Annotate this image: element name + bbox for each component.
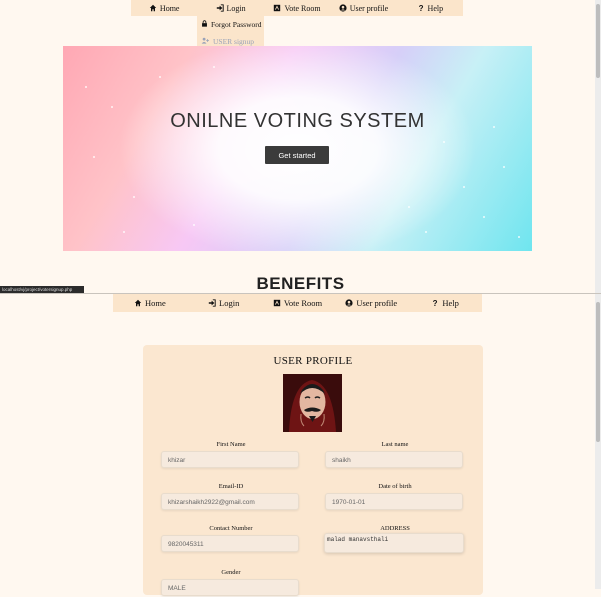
nav-vote-room[interactable]: Vote Room	[264, 4, 330, 13]
sign-in-icon	[216, 4, 224, 12]
dob-field[interactable]: 1970-01-01	[325, 493, 463, 510]
hero-banner: ONILNE VOTING SYSTEM Get started	[63, 46, 532, 251]
profile-title: USER PROFILE	[273, 355, 353, 367]
nav-user-profile[interactable]: User profile	[330, 4, 396, 13]
email-label: Email-ID	[218, 483, 244, 490]
nav-home-label: Home	[145, 298, 166, 308]
sparkle	[463, 186, 465, 188]
nav-vote-room-label: Vote Room	[283, 298, 323, 308]
sparkle	[443, 141, 445, 143]
top-scrollbar-thumb[interactable]	[596, 4, 600, 78]
sparkle	[483, 216, 485, 218]
last-name-field[interactable]: shaikh	[325, 451, 463, 468]
nav-login-label: Login	[219, 298, 240, 308]
lock-icon	[201, 20, 208, 29]
contact-number-label: Contact Number	[209, 525, 253, 532]
nav-help[interactable]: ? Help	[408, 298, 482, 308]
top-scrollbar[interactable]	[595, 0, 601, 293]
nav-login[interactable]: Login	[187, 298, 261, 308]
sparkle	[213, 66, 215, 68]
user-circle-icon	[339, 4, 347, 12]
profile-navbar: Home Login Vote Room User profile ? Help	[113, 294, 482, 312]
question-icon: ?	[417, 4, 425, 12]
sparkle	[159, 76, 161, 78]
nav-help-label: Help	[427, 3, 444, 13]
address-label: ADDRESS	[380, 525, 410, 532]
contact-number-field[interactable]: 9820045311	[161, 535, 299, 552]
nav-user-profile-label: User profile	[349, 3, 389, 13]
dropdown-forgot-password-label: Forgot Password	[211, 20, 262, 29]
sparkle	[518, 236, 520, 238]
sparkle	[503, 166, 505, 168]
get-started-button[interactable]: Get started	[265, 146, 329, 164]
nav-vote-room-label: Vote Room	[284, 3, 321, 13]
dropdown-user-signup-label: USER signup	[213, 37, 255, 46]
sparkle	[425, 231, 427, 233]
nav-help[interactable]: ? Help	[397, 4, 463, 13]
gender-field[interactable]: MALE	[161, 579, 299, 596]
last-name-label: Last name	[381, 441, 409, 448]
bottom-scrollbar-thumb[interactable]	[596, 302, 600, 442]
sparkle	[85, 86, 87, 88]
gender-label: Gender	[221, 569, 241, 576]
nav-help-label: Help	[442, 298, 459, 308]
nav-login-label: Login	[226, 3, 246, 13]
nav-vote-room[interactable]: Vote Room	[261, 298, 335, 308]
top-navbar: Home Login Vote Room User profile ? Help	[131, 0, 463, 16]
svg-text:?: ?	[418, 4, 423, 12]
sparkle	[408, 206, 410, 208]
sparkle	[93, 156, 95, 158]
sparkle	[111, 106, 113, 108]
ballot-icon	[273, 4, 281, 12]
sparkle	[133, 196, 135, 198]
benefits-heading: BENEFITS	[256, 274, 345, 293]
home-icon	[149, 4, 157, 12]
email-field[interactable]: khizarshaikh2922@gmail.com	[161, 493, 299, 510]
nav-user-profile[interactable]: User profile	[334, 298, 408, 308]
ballot-icon	[273, 299, 281, 307]
question-icon: ?	[431, 299, 439, 307]
dropdown-forgot-password[interactable]: Forgot Password	[197, 16, 264, 33]
nav-home[interactable]: Home	[113, 298, 187, 308]
bottom-scrollbar[interactable]	[595, 294, 601, 589]
nav-home-label: Home	[159, 3, 180, 13]
sparkle	[193, 224, 195, 226]
nav-login[interactable]: Login	[197, 4, 263, 13]
nav-home[interactable]: Home	[131, 4, 197, 13]
dob-label: Date of birth	[378, 483, 412, 490]
address-textarea[interactable]: malad manavsthali	[324, 533, 464, 553]
first-name-field[interactable]: khizar	[161, 451, 299, 468]
sign-in-icon	[208, 299, 216, 307]
svg-text:?: ?	[433, 299, 438, 307]
user-circle-icon	[345, 299, 353, 307]
home-icon	[134, 299, 142, 307]
avatar	[283, 374, 342, 432]
user-plus-icon	[201, 37, 210, 46]
hero-title: ONILNE VOTING SYSTEM	[170, 110, 425, 132]
first-name-label: First Name	[216, 441, 246, 448]
nav-user-profile-label: User profile	[356, 298, 398, 308]
sparkle	[123, 231, 125, 233]
